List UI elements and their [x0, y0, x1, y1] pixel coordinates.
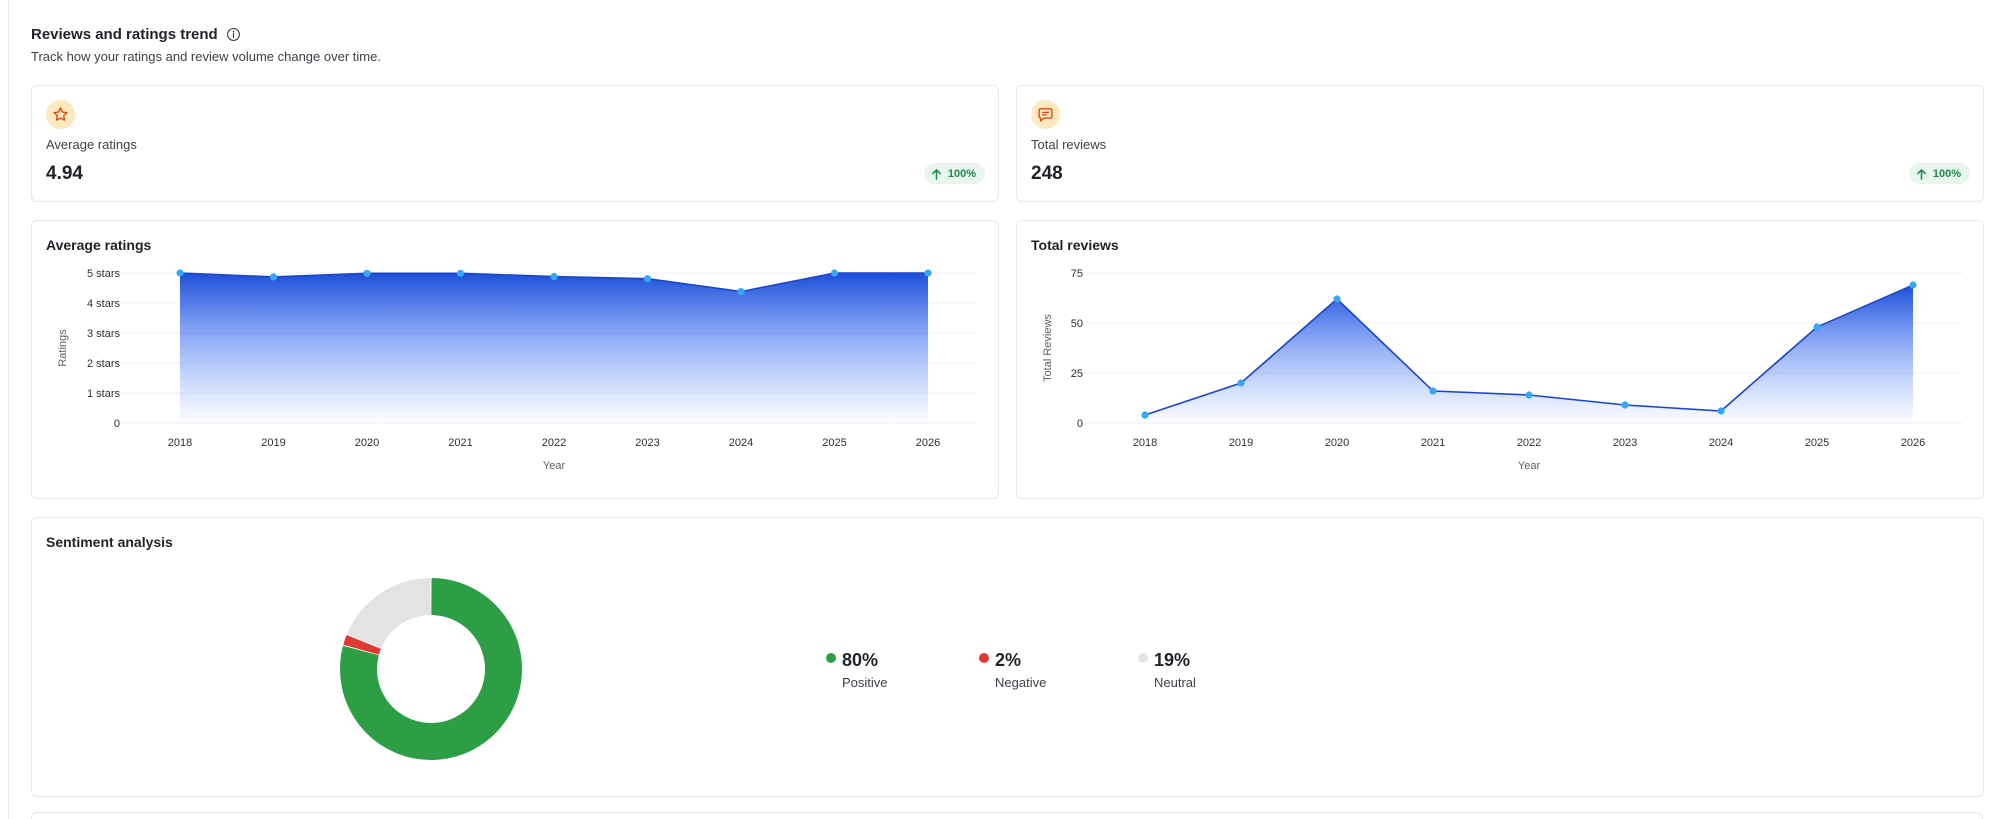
- x-tick-label: 2024: [729, 437, 753, 449]
- star-icon: [46, 100, 75, 129]
- info-icon[interactable]: [226, 27, 241, 42]
- chart-card-total-reviews: Total reviews 0 25 50 75 2018 2019 2020 2021 202…: [1016, 220, 1984, 499]
- change-badge: 100%: [923, 163, 985, 184]
- stat-card-average-ratings: Average ratings 4.94 100%: [31, 85, 999, 202]
- stat-label: Average ratings: [46, 137, 137, 152]
- x-tick-label: 2018: [168, 437, 192, 449]
- data-point: [1525, 391, 1533, 399]
- legend-percent: 2%: [995, 650, 1022, 670]
- stat-value: 4.94: [46, 163, 83, 184]
- y-tick-label: 4 stars: [87, 298, 121, 310]
- donut-slice-neutral: [347, 578, 431, 649]
- x-tick-label: 2023: [1613, 437, 1637, 449]
- sentiment-donut-chart: [339, 578, 523, 760]
- data-point: [1717, 407, 1725, 415]
- total-reviews-chart: 0 25 50 75 2018 2019 2020 2021 2022 2023 2024 2025 2…: [1042, 268, 1963, 472]
- average-ratings-chart: 0 1 stars 2 stars 3 stars 4 stars 5 stars 2018…: [57, 268, 978, 472]
- chat-bubble-icon: [1031, 100, 1060, 129]
- page-title: Reviews and ratings trend: [31, 26, 218, 43]
- x-tick-label: 2023: [635, 437, 659, 449]
- stat-label: Total reviews: [1031, 137, 1107, 152]
- change-badge: 100%: [1908, 163, 1970, 184]
- legend-percent: 80%: [842, 650, 879, 670]
- y-tick-label: 0: [1077, 418, 1083, 430]
- data-point: [737, 288, 745, 296]
- x-tick-label: 2025: [1805, 437, 1829, 449]
- arrow-up-icon: [1916, 168, 1926, 180]
- chart-card-average-ratings: Average ratings 01 stars 2 stars 3 stars 4 …: [31, 220, 999, 499]
- x-tick-label: 2025: [822, 437, 846, 449]
- y-tick-label: 2 stars: [87, 358, 121, 370]
- change-value: 100%: [1932, 167, 1961, 180]
- y-tick-label: 50: [1071, 318, 1083, 330]
- legend-label: Neutral: [1154, 675, 1196, 690]
- x-tick-label: 2019: [261, 437, 285, 449]
- y-tick-label: 75: [1071, 268, 1083, 280]
- data-point: [1429, 387, 1437, 395]
- x-tick-label: 2026: [916, 437, 940, 449]
- x-tick-label: 2024: [1709, 437, 1733, 449]
- data-point: [550, 273, 558, 281]
- legend-label: Positive: [842, 675, 888, 690]
- data-point: [1141, 411, 1149, 419]
- stat-card-total-reviews: Total reviews 248 100%: [1016, 85, 1984, 202]
- next-card-edge: [31, 812, 1983, 819]
- x-axis-title: Year: [1518, 460, 1541, 472]
- data-point: [643, 275, 652, 283]
- x-tick-label: 2019: [1229, 437, 1253, 449]
- y-tick-label: 5 stars: [87, 268, 121, 280]
- data-point: [1333, 295, 1341, 303]
- x-axis-title: Year: [543, 460, 566, 472]
- x-tick-label: 2020: [1325, 437, 1349, 449]
- data-point: [1813, 323, 1821, 331]
- y-tick-label: 3 stars: [87, 328, 121, 340]
- negative-dot: [979, 653, 989, 663]
- y-axis-title: Total Reviews: [1042, 314, 1054, 382]
- data-point: [269, 273, 278, 281]
- legend-label: Negative: [995, 675, 1047, 690]
- data-point: [924, 269, 932, 277]
- data-point: [176, 269, 184, 277]
- x-tick-label: 2018: [1133, 437, 1157, 449]
- y-axis-title: Ratings: [57, 329, 69, 367]
- area-fill: [180, 273, 928, 423]
- data-point: [363, 269, 371, 277]
- neutral-dot: [1138, 653, 1148, 663]
- legend-percent: 19%: [1154, 650, 1191, 670]
- section-header: Reviews and ratings trend Track how your…: [31, 26, 381, 64]
- change-value: 100%: [947, 167, 976, 180]
- y-tick-label: 0: [114, 418, 120, 430]
- page-subtitle: Track how your ratings and review volume…: [31, 49, 381, 64]
- data-point: [830, 269, 839, 277]
- x-tick-label: 2020: [355, 437, 379, 449]
- stat-value: 248: [1031, 163, 1063, 184]
- data-point: [1237, 379, 1245, 387]
- positive-dot: [826, 653, 836, 663]
- left-divider: [8, 0, 9, 819]
- area-fill: [1145, 285, 1913, 423]
- x-tick-label: 2022: [1517, 437, 1541, 449]
- y-tick-label: 25: [1071, 368, 1083, 380]
- x-tick-label: 2022: [542, 437, 566, 449]
- data-point: [1621, 401, 1629, 409]
- data-point: [1909, 281, 1917, 289]
- data-point: [456, 269, 465, 277]
- x-tick-label: 2021: [448, 437, 472, 449]
- x-tick-label: 2026: [1901, 437, 1925, 449]
- y-tick-label: 1 stars: [87, 388, 121, 400]
- x-tick-label: 2021: [1421, 437, 1445, 449]
- arrow-up-icon: [931, 168, 941, 180]
